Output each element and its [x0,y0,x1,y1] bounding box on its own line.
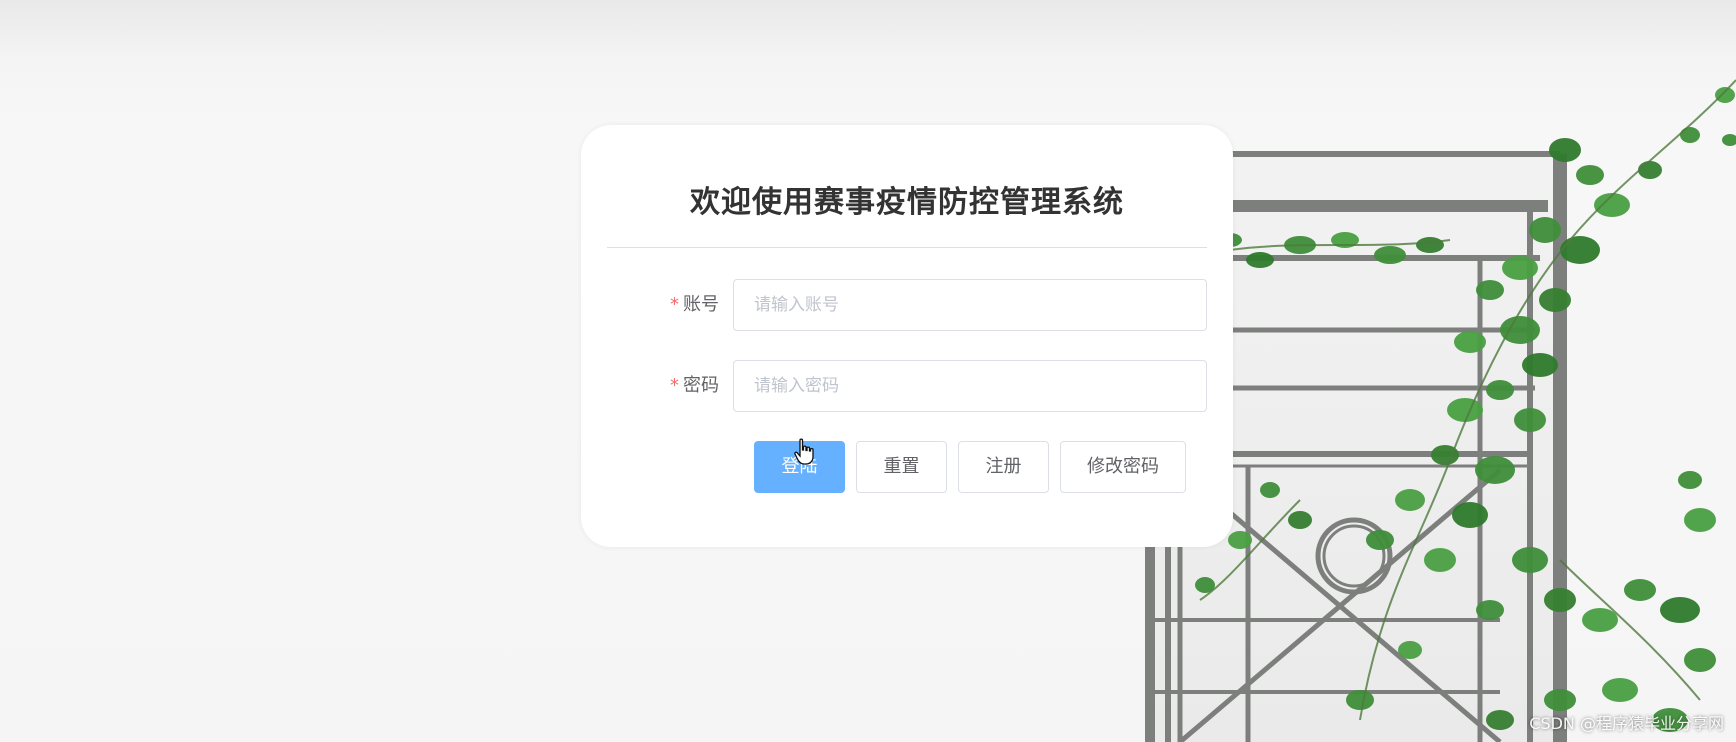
reset-button[interactable]: 重置 [856,441,947,493]
required-mark: * [670,294,679,315]
register-button[interactable]: 注册 [958,441,1049,493]
page-title: 欢迎使用赛事疫情防控管理系统 [690,185,1124,220]
required-mark: * [670,375,679,396]
password-row: * 密码 [581,360,1233,412]
account-label: * 账号 [581,279,719,331]
password-label: * 密码 [581,360,719,412]
login-page: 欢迎使用赛事疫情防控管理系统 *账号 *密码 登陆 重置 注册 修改密码 CSD… [0,0,1736,742]
watermark-text: CSDN @程序猿毕业分享网 [1529,714,1724,733]
login-card: 欢迎使用赛事疫情防控管理系统 *账号 *密码 登陆 重置 注册 修改密码 [581,125,1233,547]
account-row: * 账号 [581,279,1233,331]
account-input[interactable] [733,279,1207,331]
password-input[interactable] [733,360,1207,412]
title-divider [607,247,1207,248]
account-label-text: 账号 [683,294,719,315]
change-password-button[interactable]: 修改密码 [1060,441,1186,493]
password-label-text: 密码 [683,375,719,396]
hand-pointer-icon [794,438,814,465]
